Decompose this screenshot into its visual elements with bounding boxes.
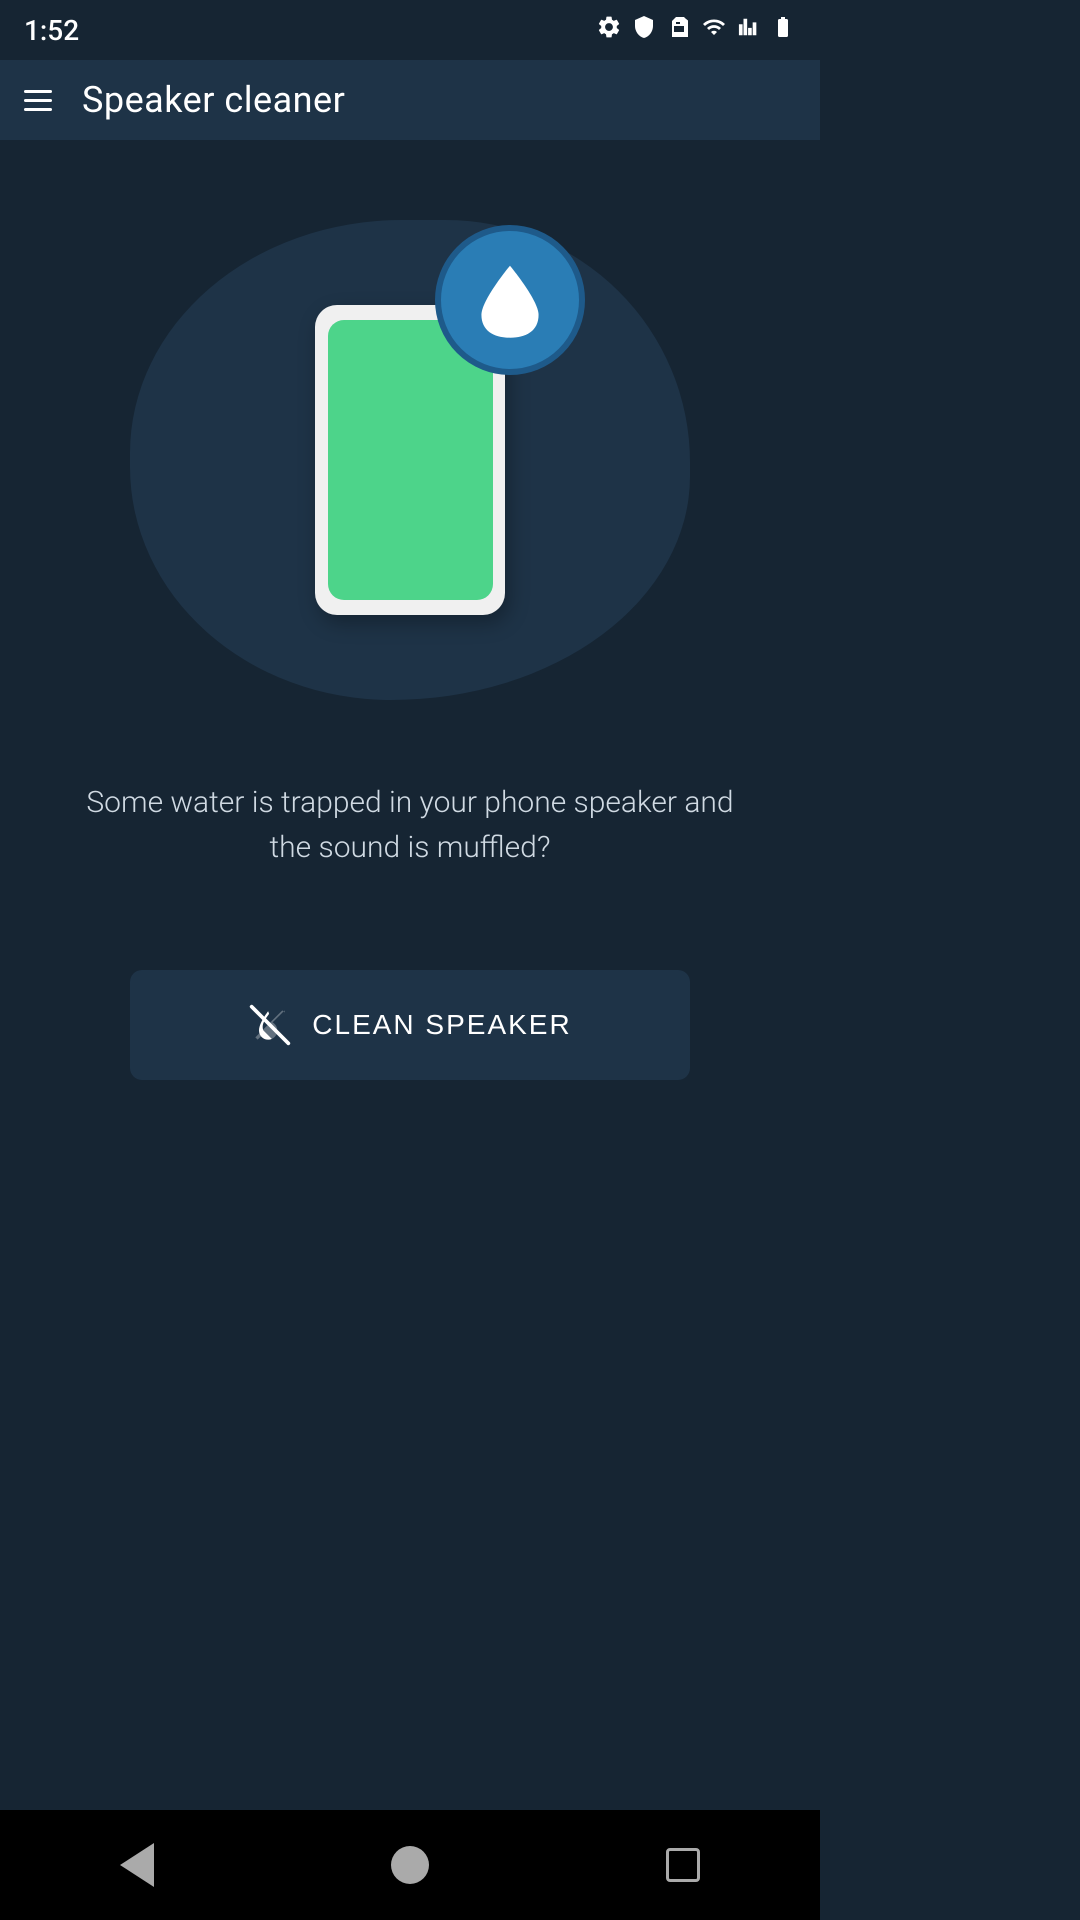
status-time: 1:52 [24, 14, 79, 47]
settings-icon [596, 14, 622, 46]
water-drop-icon [475, 260, 545, 340]
no-water-icon [248, 1003, 292, 1047]
home-icon [391, 1846, 429, 1884]
status-icons [596, 14, 796, 46]
phone-illustration [315, 305, 505, 615]
clean-speaker-button[interactable]: CLEAN SPEAKER [130, 970, 690, 1080]
shield-icon [632, 15, 656, 45]
hamburger-line-2 [24, 99, 52, 102]
nav-bar [0, 1810, 820, 1920]
app-header: Speaker cleaner [0, 60, 820, 140]
hamburger-menu-button[interactable] [24, 90, 52, 111]
hamburger-line-3 [24, 108, 52, 111]
clean-button-label: CLEAN SPEAKER [312, 1009, 571, 1041]
illustration-container [110, 200, 710, 720]
water-drop-circle [435, 225, 585, 375]
wifi-icon [700, 15, 728, 45]
app-title: Speaker cleaner [82, 79, 345, 121]
back-icon [120, 1843, 154, 1887]
status-bar: 1:52 [0, 0, 820, 60]
sim-icon [666, 15, 690, 45]
back-button[interactable] [97, 1825, 177, 1905]
signal-icon [738, 15, 760, 45]
hamburger-line-1 [24, 90, 52, 93]
recents-icon [666, 1848, 700, 1882]
main-content: Some water is trapped in your phone spea… [0, 140, 820, 1160]
battery-icon [770, 15, 796, 45]
recents-button[interactable] [643, 1825, 723, 1905]
description-text: Some water is trapped in your phone spea… [70, 780, 750, 870]
home-button[interactable] [370, 1825, 450, 1905]
